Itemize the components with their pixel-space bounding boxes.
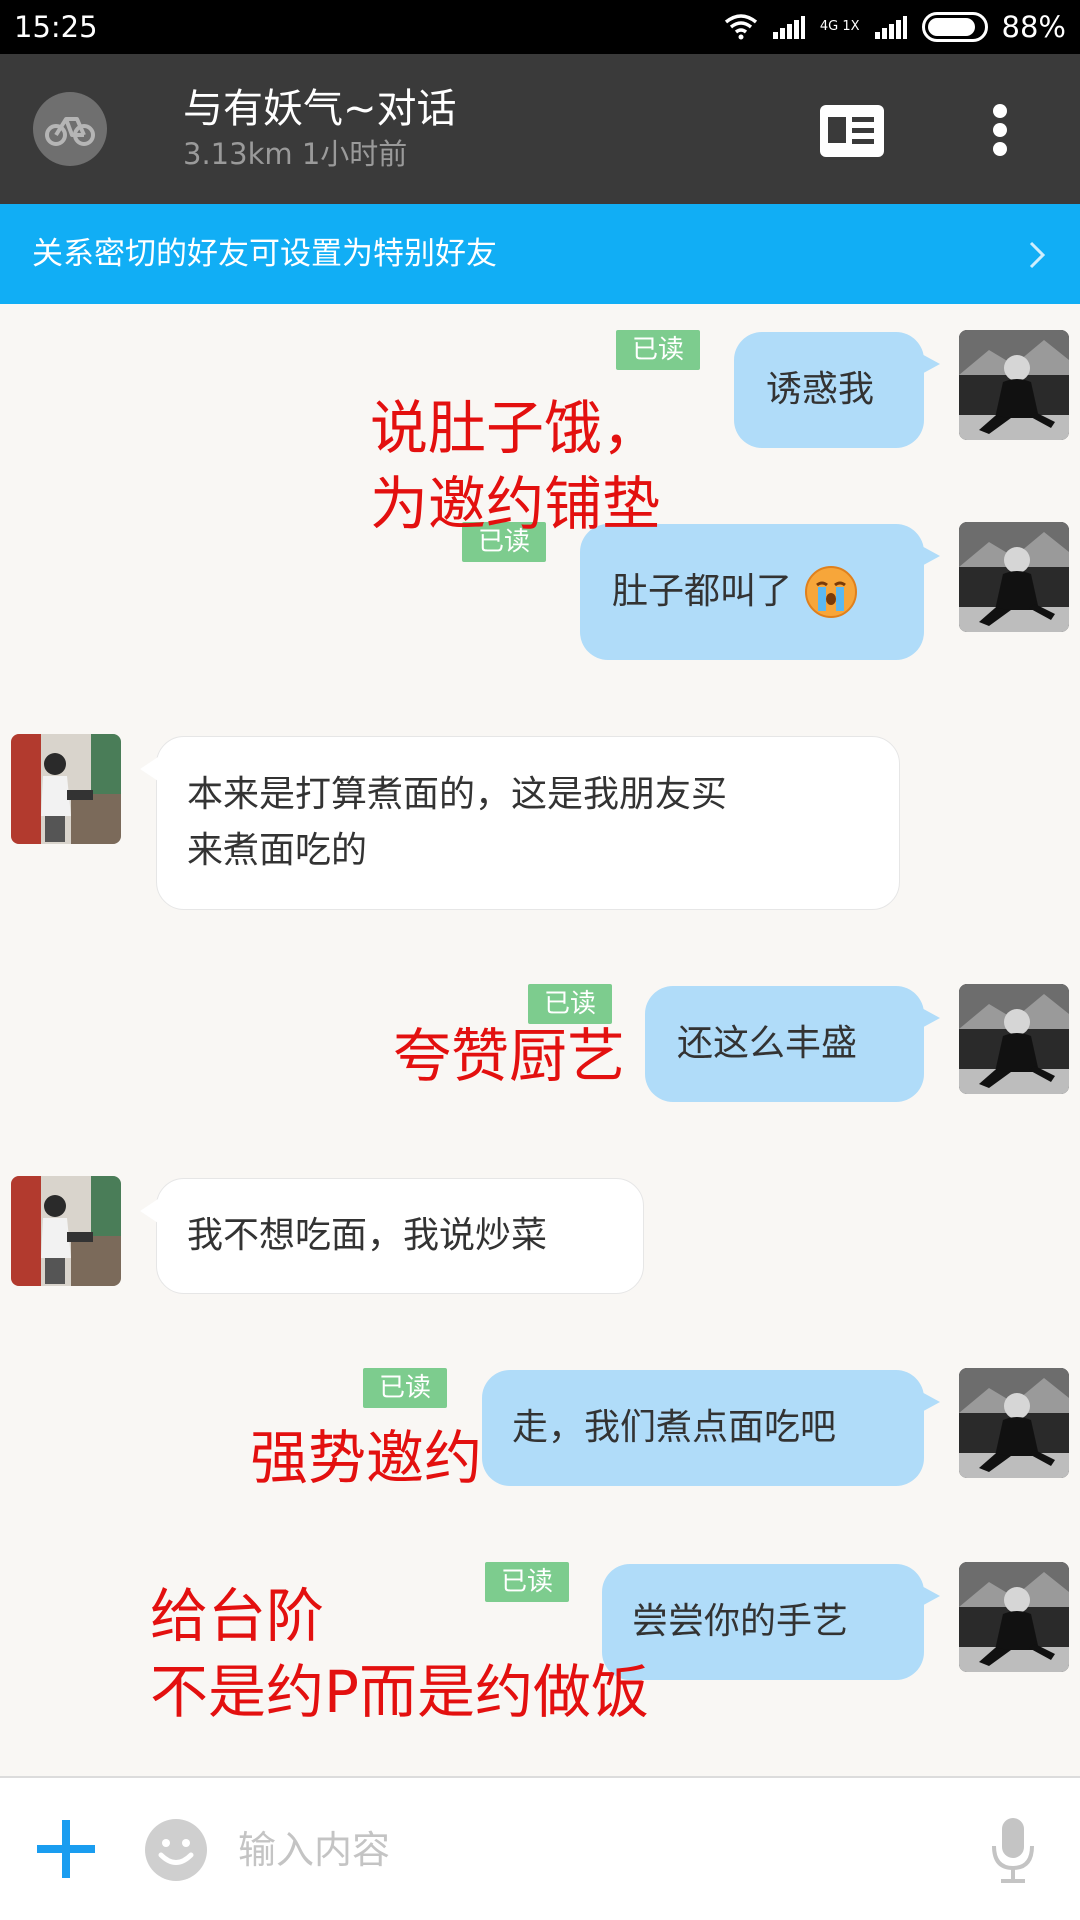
message-bubble-outgoing[interactable]: 诱惑我: [734, 332, 940, 448]
message-input-bar: [0, 1776, 1080, 1920]
plus-icon[interactable]: [35, 1818, 97, 1880]
message-text: 我不想吃面，我说炒菜: [187, 1215, 548, 1256]
chat-header: 与有妖气~对话 3.13km 1小时前: [0, 54, 1080, 204]
chevron-right-icon: [1029, 241, 1046, 269]
annotation-4-line2: 不是约P而是约做饭: [150, 1658, 649, 1726]
annotation-2: 夸赞厨艺: [393, 1022, 626, 1090]
read-receipt: 已读: [363, 1368, 447, 1408]
crying-face-emoji: [805, 566, 858, 618]
status-time: 15:25: [14, 10, 98, 44]
annotation-3: 强势邀约: [250, 1424, 483, 1492]
signal-4g-icon: [772, 16, 805, 39]
annotation-1-line1: 说肚子饿，: [370, 394, 661, 462]
chat-title: 与有妖气~对话: [183, 86, 457, 132]
profile-card-icon[interactable]: [818, 103, 886, 159]
message-bubble-incoming[interactable]: 我不想吃面，我说炒菜: [140, 1178, 644, 1294]
message-bubble-outgoing[interactable]: 尝尝你的手艺: [602, 1564, 940, 1680]
annotation-1-line2: 为邀约铺垫: [370, 470, 661, 538]
contact-avatar[interactable]: [11, 1176, 121, 1286]
message-text-line2: 来煮面吃的: [187, 830, 368, 871]
read-receipt: 已读: [616, 330, 700, 370]
message-text: 肚子都叫了: [612, 571, 793, 612]
smiley-icon[interactable]: [144, 1818, 208, 1882]
message-text: 诱惑我: [766, 369, 875, 410]
bike-icon[interactable]: [33, 92, 107, 166]
message-bubble-incoming[interactable]: 本来是打算煮面的，这是我朋友买 来煮面吃的: [140, 736, 900, 910]
battery-percent: 88%: [1001, 10, 1066, 44]
signal-icon: [874, 16, 907, 39]
message-bubble-outgoing[interactable]: 走，我们煮点面吃吧: [482, 1370, 940, 1486]
message-text: 还这么丰盛: [677, 1023, 858, 1064]
my-avatar[interactable]: [959, 330, 1069, 440]
battery-icon: [921, 12, 988, 42]
chat-subtitle: 3.13km 1小时前: [183, 137, 408, 171]
microphone-icon[interactable]: [989, 1816, 1037, 1886]
message-text-line1: 本来是打算煮面的，这是我朋友买: [187, 774, 728, 815]
read-receipt: 已读: [485, 1562, 569, 1602]
my-avatar[interactable]: [959, 984, 1069, 1094]
banner-text: 关系密切的好友可设置为特别好友: [32, 236, 497, 272]
special-friend-banner[interactable]: 关系密切的好友可设置为特别好友: [0, 204, 1080, 304]
message-bubble-outgoing[interactable]: 还这么丰盛: [645, 986, 940, 1102]
annotation-4-line1: 给台阶: [150, 1582, 325, 1650]
network-type-label: 4G 1X: [819, 19, 860, 34]
contact-avatar[interactable]: [11, 734, 121, 844]
my-avatar[interactable]: [959, 522, 1069, 632]
title-block: 与有妖气~对话 3.13km 1小时前: [183, 84, 457, 174]
message-text: 走，我们煮点面吃吧: [512, 1407, 837, 1448]
my-avatar[interactable]: [959, 1562, 1069, 1672]
wifi-icon: [724, 14, 757, 40]
my-avatar[interactable]: [959, 1368, 1069, 1478]
message-text: 尝尝你的手艺: [632, 1601, 849, 1642]
message-input[interactable]: [238, 1818, 938, 1882]
status-icons: 4G 1X 88%: [724, 10, 1066, 44]
status-bar: 15:25 4G 1X 88%: [0, 0, 1080, 54]
message-bubble-outgoing[interactable]: 肚子都叫了: [580, 524, 940, 660]
more-vertical-icon[interactable]: [976, 98, 1024, 162]
